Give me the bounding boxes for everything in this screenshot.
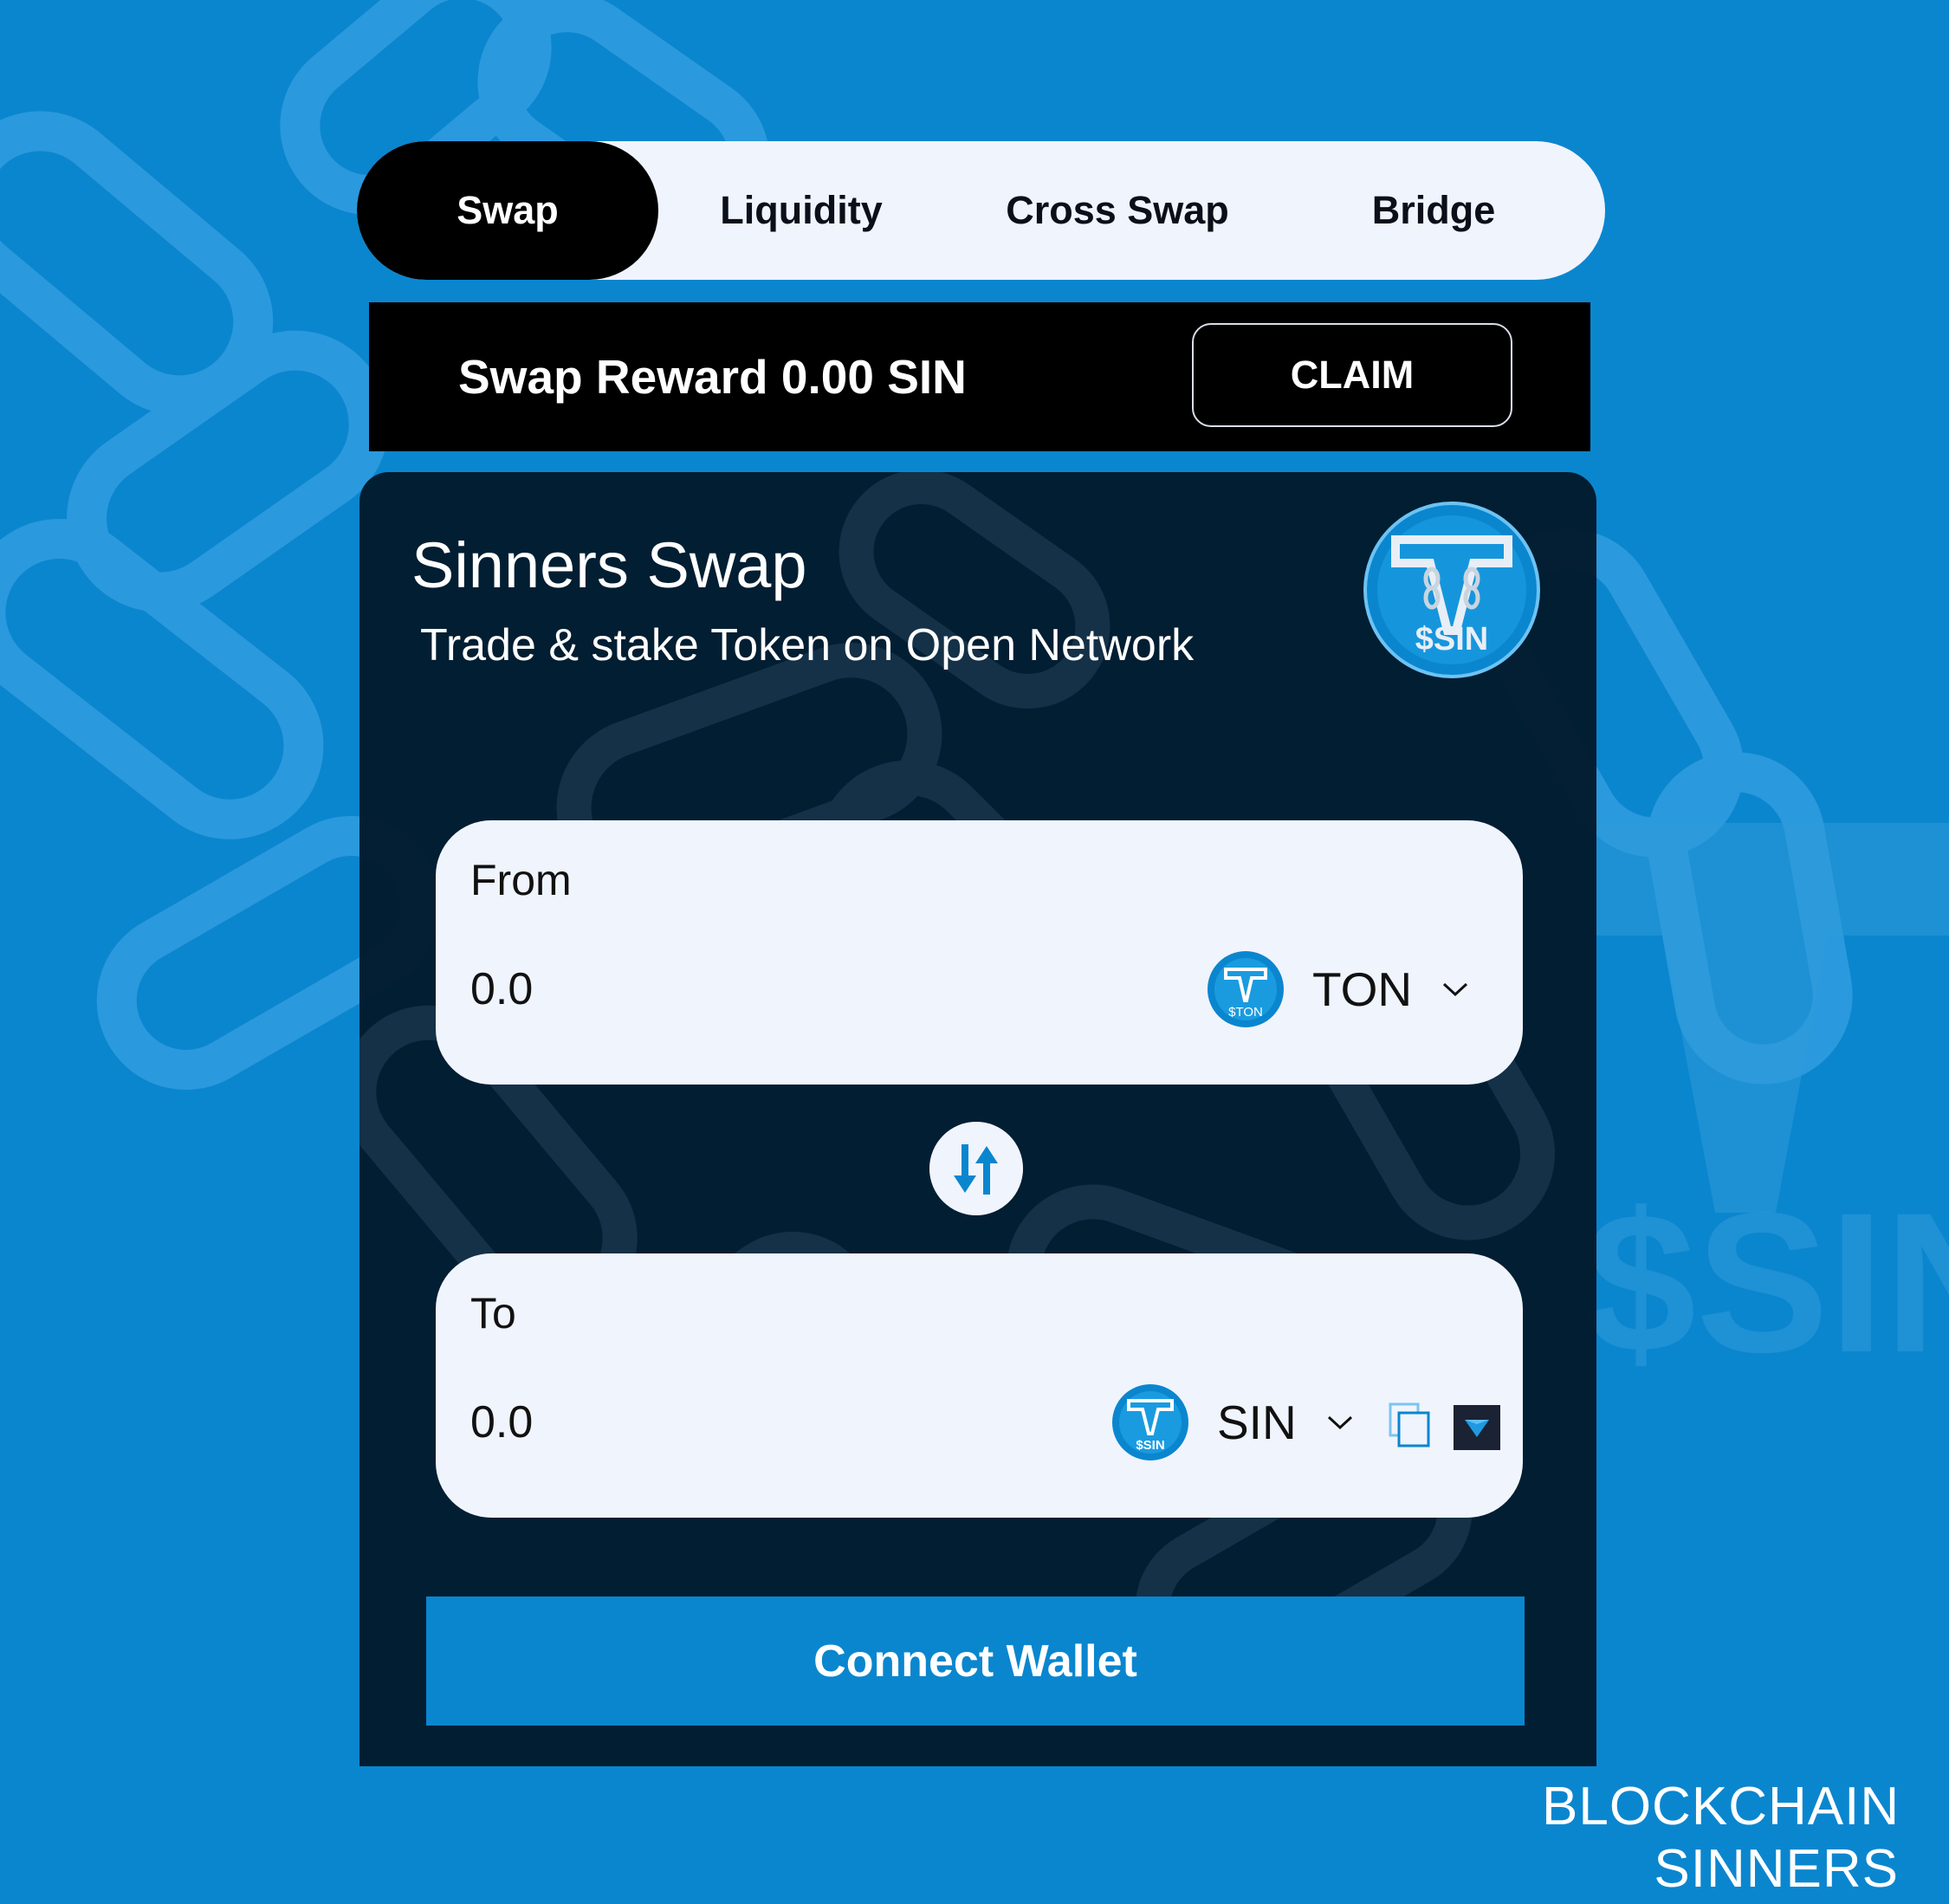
chevron-down-icon [1443,982,1468,997]
blockchain-sinners-logo: BLOCKCHAIN SINNERS [1542,1776,1899,1901]
to-panel: To $SIN SIN [436,1253,1523,1518]
brand-line-2: SINNERS [1654,1839,1899,1899]
from-panel: From $TON TON [436,820,1523,1085]
svg-text:$SIN: $SIN [1585,1171,1949,1394]
from-token-select[interactable]: $TON TON [1207,950,1469,1028]
from-label: From [470,856,572,904]
swap-reward-bar: Swap Reward 0.00 SIN CLAIM [369,302,1590,451]
tab-bridge[interactable]: Bridge [1291,141,1577,280]
claim-button[interactable]: CLAIM [1192,323,1512,427]
tab-bar: Swap Liquidity Cross Swap Bridge [357,141,1605,280]
to-label: To [470,1289,516,1337]
svg-text:$SIN: $SIN [1415,621,1488,657]
card-subtitle: Trade & stake Token on Open Network [420,620,1195,670]
wallet-icon[interactable] [1454,1405,1500,1450]
tab-swap[interactable]: Swap [357,141,658,280]
to-token-select[interactable]: $SIN SIN [1111,1383,1354,1461]
chevron-down-icon [1327,1415,1352,1430]
sin-token-icon: $SIN [1112,1384,1188,1460]
svg-text:$SIN: $SIN [1136,1438,1164,1453]
connect-wallet-button[interactable]: Connect Wallet [426,1596,1525,1726]
card-title: Sinners Swap [411,529,807,601]
swap-direction-button[interactable] [929,1122,1023,1215]
from-amount-input[interactable] [470,959,903,1020]
svg-text:$TON: $TON [1228,1005,1263,1020]
tab-cross-swap[interactable]: Cross Swap [944,141,1291,280]
swap-reward-text: Swap Reward 0.00 SIN [458,350,967,404]
swap-card: Sinners Swap Trade & stake Token on Open… [359,472,1596,1766]
brand-line-1: BLOCKCHAIN [1542,1777,1900,1836]
to-token-name: SIN [1217,1396,1297,1449]
ton-token-icon: $TON [1208,951,1284,1027]
tab-liquidity[interactable]: Liquidity [658,141,944,280]
sin-logo-icon: $SIN [1363,502,1540,678]
to-amount-input[interactable] [470,1392,903,1453]
copy-icon[interactable] [1389,1402,1430,1447]
from-token-name: TON [1312,962,1413,1016]
